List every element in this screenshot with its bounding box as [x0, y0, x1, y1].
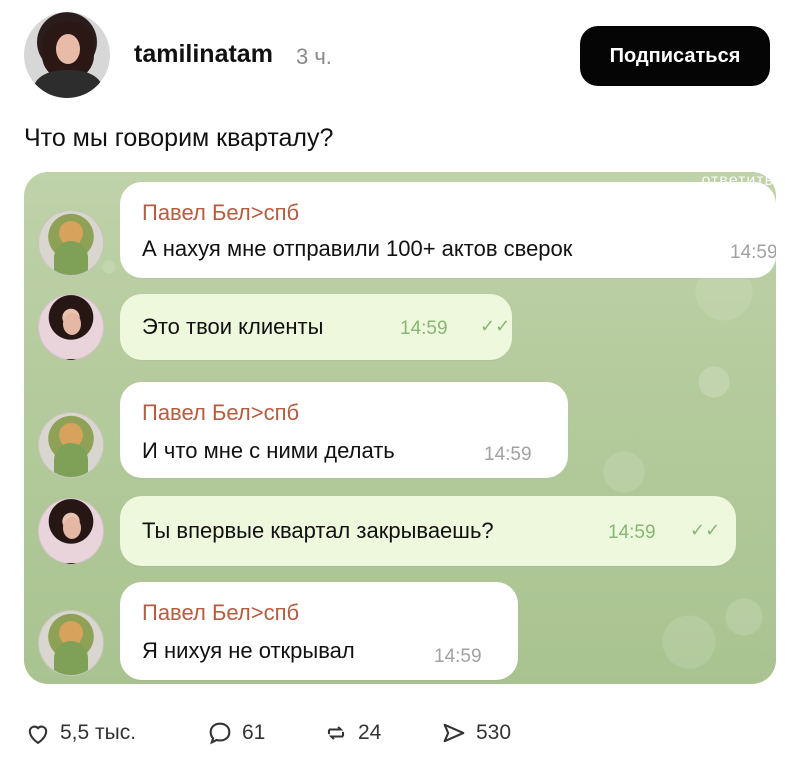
- subscribe-button[interactable]: Подписаться: [580, 26, 770, 86]
- message-time: 14:59: [484, 444, 532, 465]
- message-time: 14:59: [608, 522, 656, 543]
- sender-avatar: [38, 412, 104, 478]
- repost-count: 24: [358, 721, 382, 744]
- message-time: 14:59: [434, 646, 482, 667]
- message-text: И что мне с ними делать: [142, 438, 395, 463]
- message-bubble: Павел Бел>спб А нахуя мне отправили 100+…: [120, 182, 776, 278]
- sender-avatar: [38, 210, 104, 276]
- share-count: 530: [476, 721, 512, 744]
- chat-screenshot[interactable]: ответить Павел Бел>спб А нахуя мне отпра…: [24, 172, 776, 684]
- message-bubble: Это твои клиенты 14:59 ✓✓: [120, 294, 512, 360]
- heart-icon[interactable]: [24, 719, 52, 747]
- message-text: А нахуя мне отправили 100+ актов сверок: [142, 236, 573, 261]
- post-caption: Что мы говорим кварталу?: [24, 124, 334, 152]
- sender-name: Павел Бел>спб: [142, 200, 300, 225]
- read-check-icon: ✓✓: [480, 316, 511, 336]
- post-time: 3 ч.: [296, 44, 332, 69]
- comment-count: 61: [242, 721, 266, 744]
- post-header: tamilinatam 3 ч. Подписаться: [0, 0, 800, 110]
- message-bubble: Павел Бел>спб Я нихуя не открывал 14:59: [120, 582, 518, 680]
- like-count: 5,5 тыс.: [60, 721, 137, 744]
- message-text: Это твои клиенты: [142, 314, 324, 339]
- share-action[interactable]: 530: [440, 716, 511, 750]
- repost-action[interactable]: 24: [322, 716, 381, 750]
- like-action[interactable]: 5,5 тыс.: [24, 716, 136, 750]
- comment-icon[interactable]: [206, 719, 234, 747]
- author-avatar[interactable]: [24, 12, 110, 98]
- message-bubble: Ты впервые квартал закрываешь? 14:59 ✓✓: [120, 496, 736, 566]
- read-check-icon: ✓✓: [690, 520, 721, 540]
- message-time: 14:59: [730, 242, 776, 263]
- comment-action[interactable]: 61: [206, 716, 265, 750]
- message-time: 14:59: [400, 318, 448, 339]
- sender-avatar: [38, 498, 104, 564]
- message-text: Ты впервые квартал закрываешь?: [142, 518, 494, 543]
- message-bubble: Павел Бел>спб И что мне с ними делать 14…: [120, 382, 568, 478]
- sender-name: Павел Бел>спб: [142, 400, 300, 425]
- sender-avatar: [38, 610, 104, 676]
- author-username[interactable]: tamilinatam: [134, 40, 273, 69]
- post-actions: 5,5 тыс. 61 24 530: [24, 716, 584, 750]
- sender-avatar: [38, 294, 104, 360]
- repost-icon[interactable]: [322, 719, 350, 747]
- sender-name: Павел Бел>спб: [142, 600, 300, 625]
- share-icon[interactable]: [440, 719, 468, 747]
- message-text: Я нихуя не открывал: [142, 638, 355, 663]
